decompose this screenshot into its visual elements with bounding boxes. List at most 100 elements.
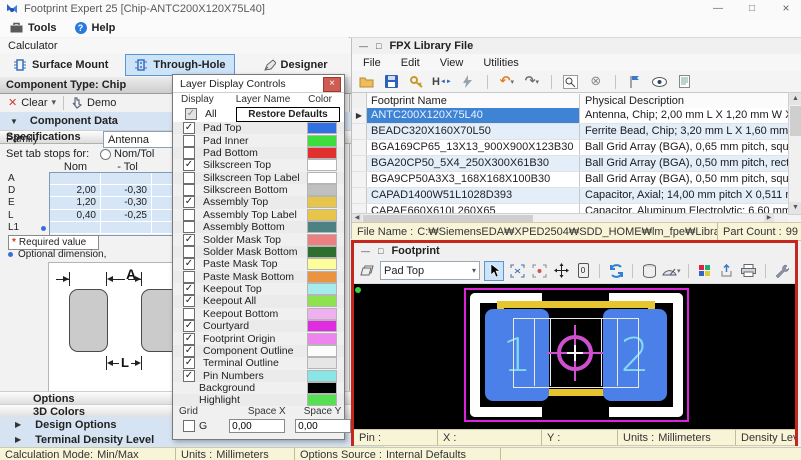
layer-checkbox[interactable] (183, 283, 195, 295)
space-x-input[interactable] (229, 419, 285, 433)
spec-tol-cell[interactable] (101, 173, 152, 185)
measure-icon[interactable]: 0 (574, 262, 592, 280)
dock-minimize-icon[interactable]: — (361, 246, 370, 256)
layer-color-swatch[interactable] (307, 159, 337, 171)
tab-through-hole[interactable]: Through-Hole (125, 54, 234, 76)
library-row[interactable]: ▶ CAPAE660X610L260X65 Capacitor, Aluminu… (352, 204, 788, 213)
layer-color-swatch[interactable] (307, 172, 337, 184)
spec-nom-cell[interactable] (50, 222, 101, 234)
layer-select-combobox[interactable]: Pad Top ▾ (380, 261, 480, 280)
undo-icon[interactable]: ↶▾ (498, 73, 516, 91)
library-menu-item[interactable]: View (440, 57, 464, 69)
scroll-down-icon[interactable]: ▼ (789, 202, 801, 214)
library-vertical-scrollbar[interactable]: ▲ ▼ (788, 92, 801, 215)
layer-color-swatch[interactable] (307, 122, 337, 134)
dock-maximize-icon[interactable]: □ (376, 41, 381, 51)
layer-color-swatch[interactable] (307, 135, 337, 147)
save-icon[interactable] (382, 73, 400, 91)
physical-description-cell[interactable]: Ball Grid Array (BGA), 0,65 mm pitch, sq… (580, 140, 788, 155)
maximize-button[interactable]: □ (737, 0, 767, 17)
render-3d-icon[interactable] (696, 262, 714, 280)
spec-nom-cell[interactable] (50, 173, 101, 185)
layer-color-swatch[interactable] (307, 147, 337, 159)
layer-checkbox[interactable] (183, 234, 195, 246)
spec-nom-cell[interactable]: 2,00 (50, 185, 101, 197)
lightning-icon[interactable] (459, 73, 477, 91)
layer-checkbox[interactable] (183, 221, 195, 233)
library-row[interactable]: ▶ ANTC200X120X75L40 Antenna, Chip; 2,00 … (352, 108, 788, 124)
layer-color-swatch[interactable] (307, 320, 337, 332)
nom-tol-radio[interactable] (100, 149, 111, 160)
eye-icon[interactable] (651, 73, 669, 91)
layer-checkbox[interactable] (183, 147, 195, 159)
scroll-up-icon[interactable]: ▲ (789, 93, 801, 105)
library-row[interactable]: ▶ CAPAD1400W51L1028D393 Capacitor, Axial… (352, 188, 788, 204)
layer-color-swatch[interactable] (307, 196, 337, 208)
footprint-name-cell[interactable]: BEADC320X160X70L50 (367, 124, 580, 139)
layer-checkbox[interactable] (183, 258, 195, 270)
menu-help[interactable]: ? Help (75, 22, 116, 34)
library-row[interactable]: ▶ BGA20CP50_5X4_250X300X61B30 Ball Grid … (352, 156, 788, 172)
spec-tol-cell[interactable]: -0,25 (101, 210, 152, 222)
library-menu-item[interactable]: File (363, 57, 381, 69)
wrench-icon[interactable] (773, 262, 791, 280)
physical-description-cell[interactable]: Antenna, Chip; 2,00 mm L X 1,20 mm W X 0… (580, 108, 788, 123)
tab-surface-mount[interactable]: Surface Mount (4, 54, 117, 76)
footprint-canvas[interactable]: 1 2 (354, 284, 795, 429)
tab-designer[interactable]: Designer (255, 54, 337, 76)
spec-nom-cell[interactable]: 0,40 (50, 210, 101, 222)
layer-checkbox[interactable] (183, 308, 195, 320)
space-y-input[interactable] (295, 419, 351, 433)
grid-checkbox[interactable] (183, 420, 195, 432)
demo-button[interactable]: Demo (71, 97, 116, 109)
library-menu-item[interactable]: Edit (401, 57, 420, 69)
filter-flag-icon[interactable] (626, 73, 644, 91)
layer-checkbox[interactable] (183, 333, 195, 345)
library-row[interactable]: ▶ BGA9CP50A3X3_168X168X100B30 Ball Grid … (352, 172, 788, 188)
layer-checkbox[interactable] (183, 320, 195, 332)
key-icon[interactable] (407, 73, 425, 91)
layer-color-swatch[interactable] (307, 308, 337, 320)
layer-color-swatch[interactable] (307, 184, 337, 196)
report-icon[interactable] (676, 73, 694, 91)
physical-description-cell[interactable]: Ball Grid Array (BGA), 0,50 mm pitch, sq… (580, 172, 788, 187)
physical-description-cell[interactable]: Ball Grid Array (BGA), 0,50 mm pitch, re… (580, 156, 788, 171)
zoom-selection-icon[interactable] (530, 262, 548, 280)
spec-tol-cell[interactable]: -0,30 (101, 197, 152, 209)
redo-icon[interactable]: ↷▾ (523, 73, 541, 91)
layer-color-swatch[interactable] (307, 234, 337, 246)
clear-button[interactable]: ✕ Clear ▾ (8, 96, 56, 109)
column-header-footprint-name[interactable]: Footprint Name (367, 94, 580, 108)
dock-maximize-icon[interactable]: □ (378, 246, 383, 256)
dock-minimize-icon[interactable]: — (359, 41, 368, 51)
layer-color-swatch[interactable] (307, 357, 337, 369)
physical-description-cell[interactable]: Ferrite Bead, Chip; 3,20 mm L X 1,60 mm … (580, 124, 788, 139)
layer-checkbox[interactable] (183, 209, 195, 221)
library-row[interactable]: ▶ BEADC320X160X70L50 Ferrite Bead, Chip;… (352, 124, 788, 140)
layer-color-swatch[interactable] (307, 258, 337, 270)
restore-defaults-button[interactable]: Restore Defaults (236, 107, 340, 122)
library-row[interactable]: ▶ BGA169CP65_13X13_900X900X123B30 Ball G… (352, 140, 788, 156)
vertical-scroll-thumb[interactable] (790, 106, 801, 136)
print-icon[interactable] (740, 262, 758, 280)
layer-color-swatch[interactable] (307, 345, 337, 357)
physical-description-cell[interactable]: Capacitor, Axial; 14,00 mm pitch X 0,511… (580, 188, 788, 203)
pan-icon[interactable] (552, 262, 570, 280)
layer-checkbox[interactable] (183, 184, 195, 196)
layer-checkbox[interactable] (183, 345, 195, 357)
sheets-icon[interactable] (358, 262, 376, 280)
layers-stack-icon[interactable] (640, 262, 658, 280)
protractor-dropdown-icon[interactable]: ▾ (677, 267, 681, 275)
spec-nom-cell[interactable]: 1,20 (50, 197, 101, 209)
background-color-swatch[interactable] (307, 382, 337, 394)
layer-checkbox[interactable] (183, 122, 195, 134)
layer-checkbox[interactable] (183, 271, 195, 283)
footprint-name-cell[interactable]: CAPAE660X610L260X65 (367, 204, 580, 213)
spec-tol-cell[interactable] (101, 222, 152, 234)
physical-description-cell[interactable]: Capacitor, Aluminum Electrolytic; 6,60 m… (580, 204, 788, 213)
menu-tools[interactable]: Tools (10, 22, 57, 34)
minimize-button[interactable]: — (703, 0, 733, 17)
combo-dropdown-icon[interactable]: ▾ (472, 266, 476, 275)
export-icon[interactable] (718, 262, 736, 280)
refresh-icon[interactable] (607, 262, 625, 280)
